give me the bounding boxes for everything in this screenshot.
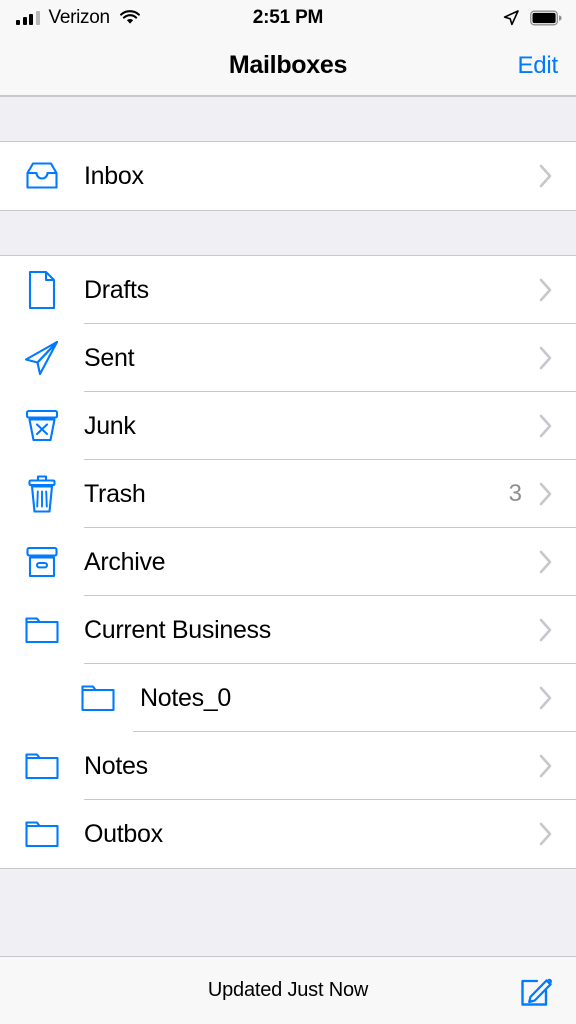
paper-plane-icon	[16, 336, 68, 380]
page-title: Mailboxes	[229, 51, 347, 80]
chevron-right-icon	[534, 163, 558, 189]
list-section-gap-middle	[0, 210, 576, 256]
folder-icon	[16, 744, 68, 788]
list-item-label: Current Business	[68, 616, 522, 645]
list-item-notes[interactable]: Notes	[0, 732, 576, 800]
chevron-right-icon	[534, 685, 558, 711]
list-item-archive[interactable]: Archive	[0, 528, 576, 596]
folder-icon	[16, 608, 68, 652]
folder-icon	[72, 676, 124, 720]
chevron-right-icon	[534, 549, 558, 575]
list-item-label: Notes_0	[124, 684, 522, 713]
inbox-tray-icon	[16, 154, 68, 198]
chevron-right-icon	[534, 753, 558, 779]
status-bar-time: 2:51 PM	[0, 7, 576, 29]
chevron-right-icon	[534, 481, 558, 507]
chevron-right-icon	[534, 617, 558, 643]
list-item-sent[interactable]: Sent	[0, 324, 576, 392]
list-item-label: Sent	[68, 344, 522, 373]
list-item-label: Drafts	[68, 276, 522, 305]
chevron-right-icon	[534, 345, 558, 371]
archive-box-icon	[16, 540, 68, 584]
bottom-toolbar: Updated Just Now	[0, 956, 576, 1024]
chevron-right-icon	[534, 821, 558, 847]
compose-icon[interactable]	[516, 971, 556, 1011]
folder-icon	[16, 812, 68, 856]
list-item-notes-0[interactable]: Notes_0	[0, 664, 576, 732]
list-item-trash[interactable]: Trash 3	[0, 460, 576, 528]
status-bar: Verizon 2:51 PM	[0, 0, 576, 36]
edit-button[interactable]: Edit	[517, 52, 558, 80]
list-section-gap-bottom	[0, 868, 576, 964]
junk-bin-icon	[16, 404, 68, 448]
list-item-label: Inbox	[68, 162, 522, 191]
mailbox-list: Inbox Drafts	[0, 96, 576, 964]
list-item-junk[interactable]: Junk	[0, 392, 576, 460]
list-item-label: Archive	[68, 548, 522, 577]
list-item-inbox[interactable]: Inbox	[0, 142, 576, 210]
list-item-outbox[interactable]: Outbox	[0, 800, 576, 868]
battery-full-icon	[530, 10, 562, 26]
navigation-bar: Mailboxes Edit	[0, 36, 576, 96]
list-item-current-business[interactable]: Current Business	[0, 596, 576, 664]
list-item-label: Junk	[68, 412, 522, 441]
chevron-right-icon	[534, 277, 558, 303]
location-arrow-icon	[502, 9, 520, 27]
list-item-label: Notes	[68, 752, 522, 781]
list-item-drafts[interactable]: Drafts	[0, 256, 576, 324]
trash-can-icon	[16, 472, 68, 516]
mail-mailboxes-screen: Verizon 2:51 PM	[0, 0, 576, 1024]
list-item-label: Outbox	[68, 820, 522, 849]
document-icon	[16, 268, 68, 312]
update-status-label: Updated Just Now	[208, 979, 368, 1002]
list-section-gap-top	[0, 96, 576, 142]
list-item-label: Trash	[68, 480, 509, 509]
status-bar-right	[502, 9, 562, 27]
unread-count: 3	[509, 480, 534, 508]
chevron-right-icon	[534, 413, 558, 439]
